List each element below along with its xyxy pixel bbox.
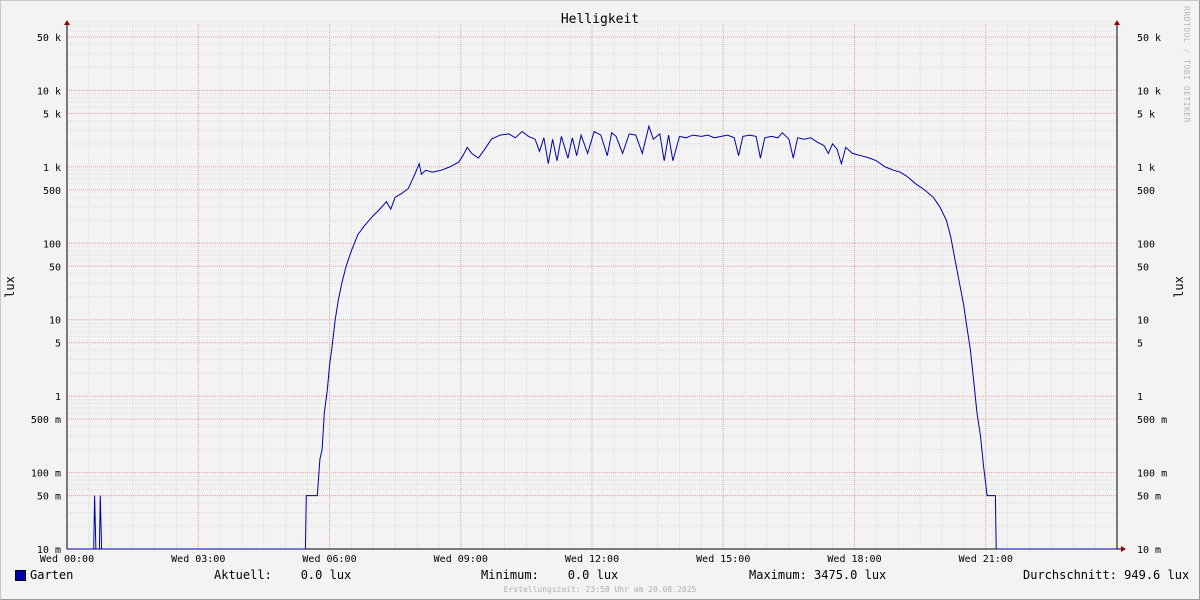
y-tick-label-right: 100 xyxy=(1137,239,1155,250)
y-axis-label-right: lux xyxy=(1172,276,1186,298)
legend-maximum: Maximum: 3475.0 lux xyxy=(749,568,887,582)
y-axis-arrow-left xyxy=(64,20,70,25)
y-tick-label-left: 500 m xyxy=(31,415,61,426)
y-tick-label-right: 1 k xyxy=(1137,163,1155,174)
legend-average: Durchschnitt: 949.6 lux xyxy=(1023,568,1190,582)
creation-time-footer: Erstellungszeit: 23:58 Uhr am 20.08.2025 xyxy=(503,585,697,594)
y-tick-label-left: 100 m xyxy=(31,469,61,480)
legend-minimum: Minimum: 0.0 lux xyxy=(481,568,619,582)
y-tick-label-right: 500 m xyxy=(1137,415,1167,426)
y-tick-label-left: 5 k xyxy=(43,109,61,120)
y-axis-label-left: lux xyxy=(3,276,17,298)
y-tick-label-right: 50 k xyxy=(1137,33,1161,44)
x-axis-arrow xyxy=(1121,546,1126,552)
y-tick-label-right: 50 xyxy=(1137,262,1149,273)
y-tick-label-right: 10 m xyxy=(1137,545,1161,556)
y-tick-label-left: 1 xyxy=(55,392,61,403)
chart-title: Helligkeit xyxy=(561,12,639,27)
y-tick-label-left: 500 xyxy=(43,186,61,197)
y-tick-label-right: 1 xyxy=(1137,392,1143,403)
legend-series-label: Garten xyxy=(30,568,74,582)
y-tick-labels-right: 10 m 50 m 100 m 500 m 1 5 10 50 100 500 1 k 5 k 10 k… xyxy=(1137,33,1167,556)
y-tick-label-right: 5 k xyxy=(1137,109,1155,120)
x-tick-labels: Wed 00:00 Wed 03:00 Wed 06:00 Wed 09:00 Wed … xyxy=(40,554,1013,565)
x-tick-label: Wed 12:00 xyxy=(565,554,619,565)
y-tick-label-right: 100 m xyxy=(1137,469,1167,480)
x-tick-label: Wed 21:00 xyxy=(959,554,1013,565)
y-tick-label-left: 50 k xyxy=(37,33,61,44)
y-tick-label-left: 50 m xyxy=(37,492,61,503)
y-tick-label-right: 10 k xyxy=(1137,86,1161,97)
y-axis-arrow-right xyxy=(1114,20,1120,25)
x-tick-label: Wed 18:00 xyxy=(827,554,881,565)
legend-current: Aktuell: 0.0 lux xyxy=(214,568,352,582)
y-tick-label-right: 10 xyxy=(1137,316,1149,327)
y-tick-labels-left: 10 m50 m100 m500 m1510501005001 k5 k10 k… xyxy=(31,33,61,556)
rrdtool-credit: RRDTOOL / TOBI OETIKER xyxy=(1182,6,1191,123)
y-tick-label-right: 50 m xyxy=(1137,492,1161,503)
x-tick-label: Wed 15:00 xyxy=(696,554,750,565)
brightness-chart: Helligkeit lux lux 10 m50 m100 m500 m151… xyxy=(3,12,1186,565)
x-tick-label: Wed 00:00 xyxy=(40,554,94,565)
x-tick-label: Wed 03:00 xyxy=(171,554,225,565)
y-tick-label-left: 100 xyxy=(43,239,61,250)
legend-swatch-garten xyxy=(15,570,26,581)
y-tick-label-left: 50 xyxy=(49,262,61,273)
y-tick-label-left: 5 xyxy=(55,339,61,350)
y-tick-label-left: 1 k xyxy=(43,163,61,174)
x-tick-label: Wed 06:00 xyxy=(302,554,356,565)
y-tick-label-left: 10 xyxy=(49,316,61,327)
y-tick-label-right: 5 xyxy=(1137,339,1143,350)
y-tick-label-right: 500 xyxy=(1137,186,1155,197)
x-tick-label: Wed 09:00 xyxy=(434,554,488,565)
y-tick-label-left: 10 k xyxy=(37,86,61,97)
